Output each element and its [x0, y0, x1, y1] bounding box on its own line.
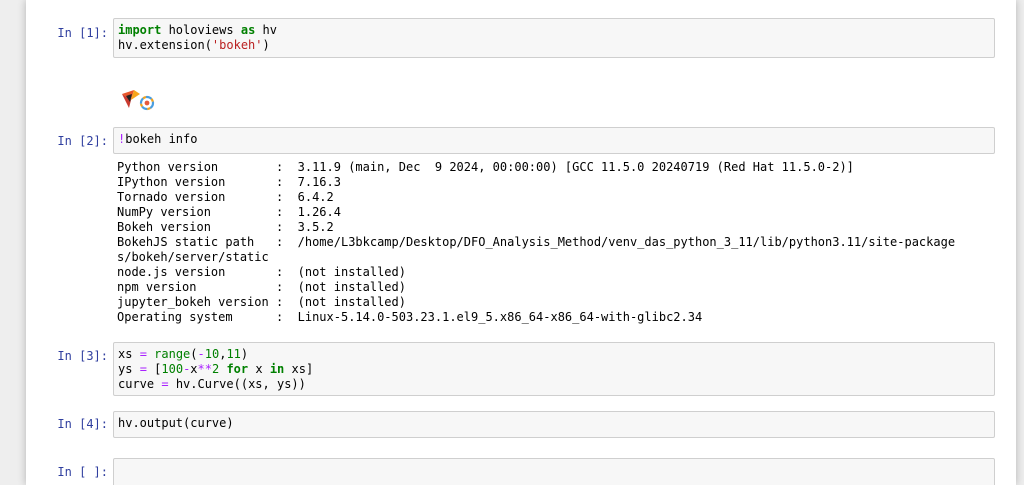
code-token: range	[154, 347, 191, 361]
code-token: curve	[118, 377, 162, 391]
output-line: NumPy version : 1.26.4	[117, 205, 341, 219]
code-token: import	[118, 23, 162, 37]
code-line: xs = range(-10,11)	[118, 347, 990, 362]
code-token: for	[226, 362, 249, 376]
code-input[interactable]: !bokeh info	[113, 127, 995, 154]
code-token: holoviews	[161, 23, 241, 37]
output-line: Operating system : Linux-5.14.0-503.23.1…	[117, 310, 703, 324]
cell-prompt: In [4]:	[57, 417, 108, 431]
code-line: hv.output(curve)	[118, 416, 990, 431]
code-token: ys	[118, 362, 140, 376]
code-line: !bokeh info	[118, 132, 990, 147]
code-token: hv.output(curve)	[118, 416, 234, 430]
output-line: s/bokeh/server/static	[117, 250, 269, 264]
code-token: as	[240, 23, 256, 37]
output-line: Python version : 3.11.9 (main, Dec 9 202…	[117, 160, 854, 174]
code-token: 100	[161, 362, 184, 376]
output-line: IPython version : 7.16.3	[117, 175, 341, 189]
code-token: hv.Curve((xs, ys))	[168, 377, 306, 391]
code-input[interactable]: import holoviews as hv hv.extension('boke…	[113, 18, 995, 58]
output-line: BokehJS static path : /home/L3bkcamp/Des…	[117, 235, 956, 249]
code-token: hv.extension(	[118, 38, 212, 52]
cell-prompt: In [ ]:	[57, 465, 108, 479]
code-token: =	[139, 347, 147, 361]
code-token: **	[197, 362, 212, 376]
code-token: =	[139, 362, 147, 376]
code-token: xs	[118, 347, 140, 361]
code-token: hv	[255, 23, 277, 37]
cell-prompt: In [3]:	[57, 349, 108, 363]
code-token: 11	[226, 347, 241, 361]
code-token: bokeh info	[125, 132, 198, 146]
code-input[interactable]: hv.output(curve)	[113, 411, 995, 438]
output-line: jupyter_bokeh version : (not installed)	[117, 295, 406, 309]
output-line: Bokeh version : 3.5.2	[117, 220, 334, 234]
cell-output: Python version : 3.11.9 (main, Dec 9 202…	[117, 160, 997, 325]
code-token: 'bokeh'	[211, 38, 263, 52]
code-line: hv.extension('bokeh')	[118, 38, 990, 53]
output-line: Tornado version : 6.4.2	[117, 190, 334, 204]
notebook-container: In [1]: import holoviews as hv hv.extensi…	[26, 0, 1016, 485]
code-line: curve = hv.Curve((xs, ys))	[118, 377, 990, 392]
output-line: node.js version : (not installed)	[117, 265, 406, 279]
output-line: npm version : (not installed)	[117, 280, 406, 294]
code-token: )	[262, 38, 270, 52]
code-token: -	[197, 347, 205, 361]
code-token: [	[146, 362, 162, 376]
code-token: )	[240, 347, 249, 361]
code-token: x	[190, 362, 198, 376]
code-line: ys = [100-x**2 for x in xs]	[118, 362, 990, 377]
code-token: 10	[204, 347, 220, 361]
holoviews-bokeh-logo-icon	[122, 90, 155, 111]
code-input[interactable]: xs = range(-10,11) ys = [100-x**2 for x i…	[113, 342, 995, 396]
cell-prompt: In [1]:	[57, 26, 108, 40]
code-token: x	[248, 362, 270, 376]
code-line: import holoviews as hv	[118, 23, 990, 38]
code-token: =	[161, 377, 169, 391]
code-token: (	[190, 347, 198, 361]
code-token: in	[269, 362, 285, 376]
code-input[interactable]	[113, 458, 995, 485]
code-token: xs]	[284, 362, 314, 376]
cell-prompt: In [2]:	[57, 134, 108, 148]
